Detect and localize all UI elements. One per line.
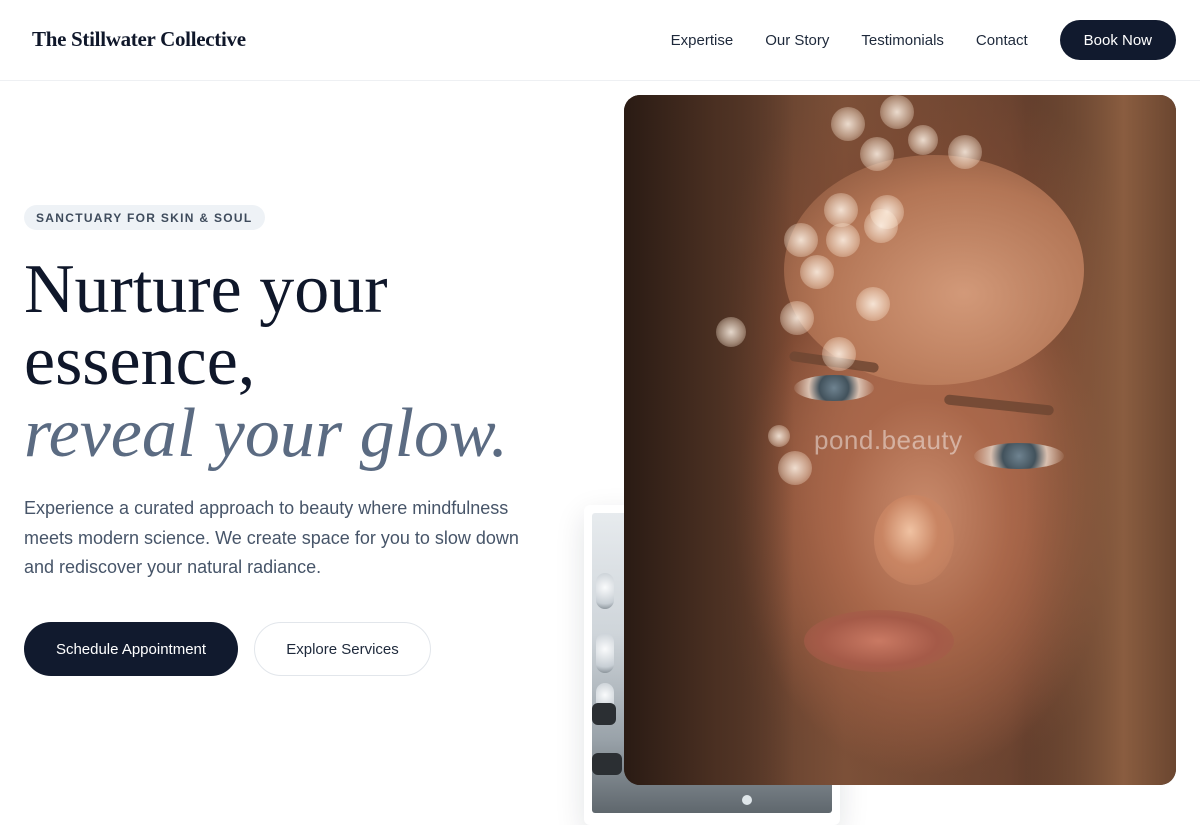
headline-line-1: Nurture your bbox=[24, 251, 388, 328]
hero-headline: Nurture your essence, reveal your glow. bbox=[24, 254, 584, 470]
chair-shape bbox=[592, 703, 616, 725]
book-now-button[interactable]: Book Now bbox=[1059, 20, 1176, 60]
bokeh-light bbox=[784, 223, 818, 257]
bokeh-light bbox=[768, 425, 790, 447]
bokeh-light bbox=[778, 451, 812, 485]
site-header: The Stillwater Collective Expertise Our … bbox=[0, 0, 1200, 81]
mirror-shape bbox=[596, 633, 614, 673]
chair-shape bbox=[592, 753, 622, 775]
bokeh-light bbox=[880, 95, 914, 129]
ceiling-light bbox=[742, 795, 752, 805]
portrait-eye-right bbox=[974, 443, 1064, 469]
portrait-eye-left bbox=[794, 375, 874, 401]
bokeh-light bbox=[860, 137, 894, 171]
bokeh-light bbox=[800, 255, 834, 289]
bokeh-light bbox=[824, 193, 858, 227]
headline-accent: reveal your glow. bbox=[24, 395, 509, 472]
image-watermark: pond.beauty bbox=[814, 425, 963, 455]
bokeh-light bbox=[908, 125, 938, 155]
mirror-shape bbox=[596, 573, 614, 609]
headline-line-2: essence, bbox=[24, 323, 256, 400]
schedule-appointment-button[interactable]: Schedule Appointment bbox=[24, 622, 238, 676]
nav-link-expertise[interactable]: Expertise bbox=[671, 32, 734, 49]
portrait-lips bbox=[804, 610, 954, 672]
bokeh-light bbox=[831, 107, 865, 141]
bokeh-light bbox=[716, 317, 746, 347]
hero-portrait-image: pond.beauty bbox=[624, 95, 1176, 785]
bokeh-light bbox=[780, 301, 814, 335]
nav-link-testimonials[interactable]: Testimonials bbox=[861, 32, 944, 49]
bokeh-light bbox=[826, 223, 860, 257]
bokeh-light bbox=[948, 135, 982, 169]
hero-description: Experience a curated approach to beauty … bbox=[24, 498, 519, 577]
main-nav: Expertise Our Story Testimonials Contact… bbox=[671, 20, 1176, 60]
bokeh-light bbox=[822, 337, 856, 371]
portrait-nose bbox=[874, 495, 954, 585]
bokeh-light bbox=[856, 287, 890, 321]
nav-link-contact[interactable]: Contact bbox=[976, 32, 1028, 49]
nav-link-our-story[interactable]: Our Story bbox=[765, 32, 829, 49]
hero-badge: SANCTUARY FOR SKIN & SOUL bbox=[24, 205, 265, 230]
brand-logo[interactable]: The Stillwater Collective bbox=[32, 27, 246, 52]
bokeh-light bbox=[864, 209, 898, 243]
explore-services-button[interactable]: Explore Services bbox=[254, 622, 431, 676]
